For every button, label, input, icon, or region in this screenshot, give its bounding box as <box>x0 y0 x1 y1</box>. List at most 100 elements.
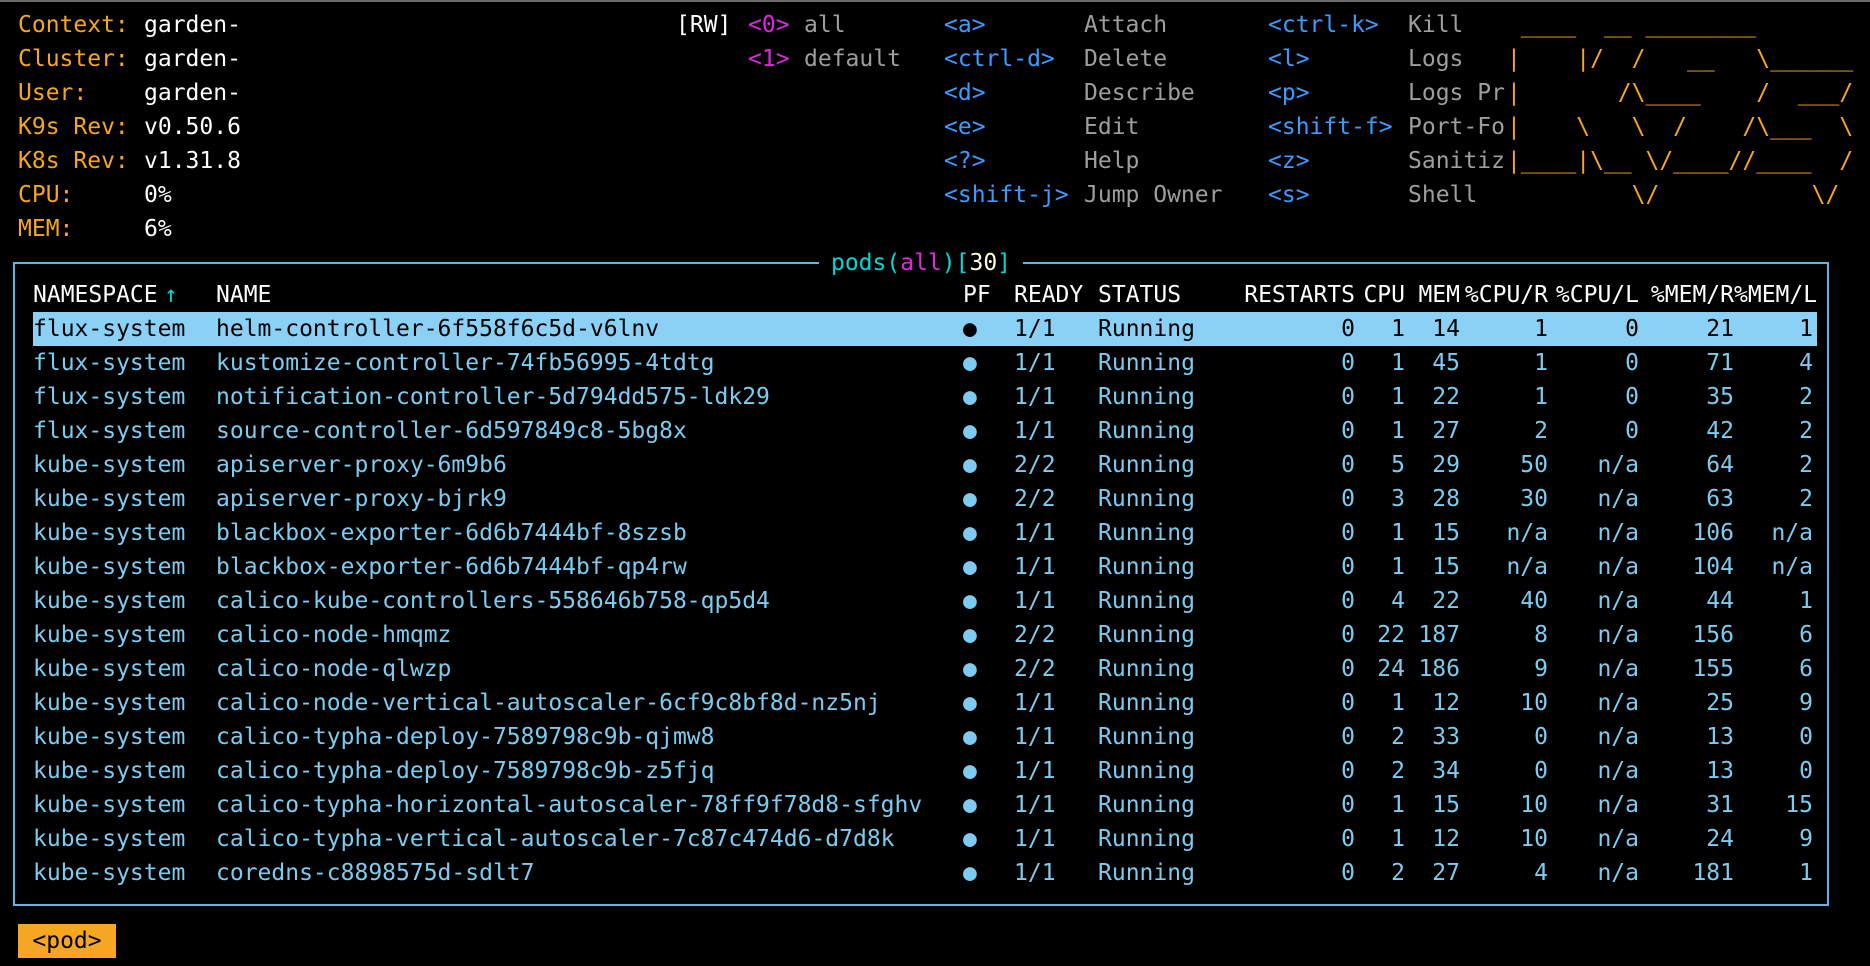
shortcut-item[interactable]: <shift-f> Port-Fo <box>1268 110 1512 144</box>
namespace-key-default[interactable]: <1> <box>748 42 804 76</box>
shortcut-desc: Shell <box>1408 182 1478 208</box>
cell-mem: 14 <box>1432 316 1460 342</box>
column-header-namespace[interactable]: NAMESPACE <box>33 278 158 312</box>
shortcut-key[interactable]: <e> <box>944 110 1084 144</box>
table-row[interactable]: kube-system calico-typha-deploy-7589798c9… <box>33 754 1817 788</box>
cell-restarts: 0 <box>1341 860 1355 886</box>
cell-status: Running <box>1098 860 1195 886</box>
breadcrumb-pod[interactable]: <pod> <box>18 924 116 958</box>
table-row[interactable]: kube-system apiserver-proxy-bjrk9 ● 2/2 Runn… <box>33 482 1817 516</box>
shortcut-desc: Describe <box>1084 80 1195 106</box>
table-row[interactable]: kube-system calico-node-hmqmz ● 2/2 Running 0… <box>33 618 1817 652</box>
shortcut-key[interactable]: <s> <box>1268 178 1408 212</box>
shortcut-key[interactable]: <d> <box>944 76 1084 110</box>
cell-namespace: kube-system <box>33 656 186 682</box>
shortcut-item[interactable]: <s> Shell <box>1268 178 1512 212</box>
cell-restarts: 0 <box>1341 622 1355 648</box>
column-header-mem-l[interactable]: %MEM/L <box>1734 278 1817 312</box>
cell-status: Running <box>1098 452 1195 478</box>
shortcut-item[interactable]: <d> Describe <box>944 76 1234 110</box>
cell-cpu-l: n/a <box>1597 690 1639 716</box>
cell-mem-l: 15 <box>1785 792 1813 818</box>
cell-cpu-r: 10 <box>1520 690 1548 716</box>
cell-mem-r: 21 <box>1706 316 1734 342</box>
table-row[interactable]: kube-system calico-node-vertical-autoscal… <box>33 686 1817 720</box>
shortcut-key[interactable]: <shift-f> <box>1268 110 1408 144</box>
shortcut-item[interactable]: <e> Edit <box>944 110 1234 144</box>
cell-cpu-l: n/a <box>1597 486 1639 512</box>
shortcut-item[interactable]: <p> Logs Pr <box>1268 76 1512 110</box>
shortcut-key[interactable]: <ctrl-d> <box>944 42 1084 76</box>
info-row: User: garden- <box>18 76 241 110</box>
cell-mem-r: 104 <box>1692 554 1734 580</box>
cell-namespace: flux-system <box>33 316 186 342</box>
cell-restarts: 0 <box>1341 316 1355 342</box>
table-row[interactable]: kube-system calico-kube-controllers-55864… <box>33 584 1817 618</box>
column-header-pf[interactable]: PF <box>963 278 991 312</box>
table-row[interactable]: flux-system kustomize-controller-74fb5699… <box>33 346 1817 380</box>
shortcut-item[interactable]: <?> Help <box>944 144 1234 178</box>
cell-mem-r: 42 <box>1706 418 1734 444</box>
shortcut-item[interactable]: <ctrl-d> Delete <box>944 42 1234 76</box>
cell-ready: 1/1 <box>1014 690 1056 716</box>
shortcut-key[interactable]: <shift-j> <box>944 178 1084 212</box>
table-row[interactable]: flux-system source-controller-6d597849c8-… <box>33 414 1817 448</box>
namespace-name-all[interactable]: all <box>804 8 846 42</box>
cell-ready: 1/1 <box>1014 418 1056 444</box>
table-row[interactable]: kube-system apiserver-proxy-6m9b6 ● 2/2 Runn… <box>33 448 1817 482</box>
column-header-mem[interactable]: MEM <box>1405 278 1460 312</box>
table-row[interactable]: flux-system helm-controller-6f558f6c5d-v6… <box>33 312 1817 346</box>
shortcut-item[interactable]: <l> Logs <box>1268 42 1512 76</box>
cell-mem-l: 1 <box>1799 860 1813 886</box>
cell-pf: ● <box>963 452 977 478</box>
cell-mem: 15 <box>1432 554 1460 580</box>
column-header-mem-r[interactable]: %MEM/R <box>1639 278 1734 312</box>
cell-mem-l: 1 <box>1799 588 1813 614</box>
cell-status: Running <box>1098 350 1195 376</box>
table-row[interactable]: kube-system coredns-c8898575d-sdlt7 ● 1/1 Ru… <box>33 856 1817 890</box>
cell-ready: 1/1 <box>1014 554 1056 580</box>
logo-line: ____ __ ________ <box>1507 12 1868 38</box>
table-row[interactable]: kube-system calico-node-qlwzp ● 2/2 Running 0… <box>33 652 1817 686</box>
shortcut-key[interactable]: <?> <box>944 144 1084 178</box>
column-header-ready[interactable]: READY <box>1014 278 1083 312</box>
shortcut-item[interactable]: <a> Attach <box>944 8 1234 42</box>
cell-pf: ● <box>963 554 977 580</box>
column-header-cpu-r[interactable]: %CPU/R <box>1460 278 1548 312</box>
cell-cpu-r: 10 <box>1520 792 1548 818</box>
cell-pf: ● <box>963 418 977 444</box>
shortcut-key[interactable]: <p> <box>1268 76 1408 110</box>
shortcut-item[interactable]: <ctrl-k> Kill <box>1268 8 1512 42</box>
cell-pf: ● <box>963 826 977 852</box>
cell-cpu-l: 0 <box>1625 384 1639 410</box>
column-header-status[interactable]: STATUS <box>1098 278 1181 312</box>
cell-restarts: 0 <box>1341 758 1355 784</box>
shortcut-item[interactable]: <z> Sanitiz <box>1268 144 1512 178</box>
table-row[interactable]: kube-system calico-typha-horizontal-autos… <box>33 788 1817 822</box>
cell-status: Running <box>1098 418 1195 444</box>
shortcut-key[interactable]: <a> <box>944 8 1084 42</box>
column-header-cpu-l[interactable]: %CPU/L <box>1548 278 1639 312</box>
namespace-key-all[interactable]: <0> <box>748 8 804 42</box>
info-row: MEM: 6% <box>18 212 241 246</box>
table-row[interactable]: kube-system blackbox-exporter-6d6b7444bf-… <box>33 516 1817 550</box>
shortcut-key[interactable]: <ctrl-k> <box>1268 8 1408 42</box>
cell-ready: 1/1 <box>1014 520 1056 546</box>
column-header-name[interactable]: NAME <box>216 278 271 312</box>
cell-cpu: 2 <box>1391 724 1405 750</box>
table-row[interactable]: kube-system calico-typha-vertical-autosca… <box>33 822 1817 856</box>
column-header-restarts[interactable]: RESTARTS <box>1225 278 1355 312</box>
table-row[interactable]: kube-system blackbox-exporter-6d6b7444bf-… <box>33 550 1817 584</box>
shortcut-desc: Logs Pr <box>1408 80 1505 106</box>
table-row[interactable]: kube-system calico-typha-deploy-7589798c9… <box>33 720 1817 754</box>
table-row[interactable]: flux-system notification-controller-5d794… <box>33 380 1817 414</box>
cell-namespace: flux-system <box>33 384 186 410</box>
column-header-cpu[interactable]: CPU <box>1355 278 1405 312</box>
shortcut-key[interactable]: <z> <box>1268 144 1408 178</box>
shortcut-key[interactable]: <l> <box>1268 42 1408 76</box>
cell-cpu-l: n/a <box>1597 452 1639 478</box>
cell-cpu: 24 <box>1377 656 1405 682</box>
namespace-name-default[interactable]: default <box>804 42 901 76</box>
cell-mem-r: 181 <box>1692 860 1734 886</box>
shortcut-item[interactable]: <shift-j> Jump Owner <box>944 178 1234 212</box>
